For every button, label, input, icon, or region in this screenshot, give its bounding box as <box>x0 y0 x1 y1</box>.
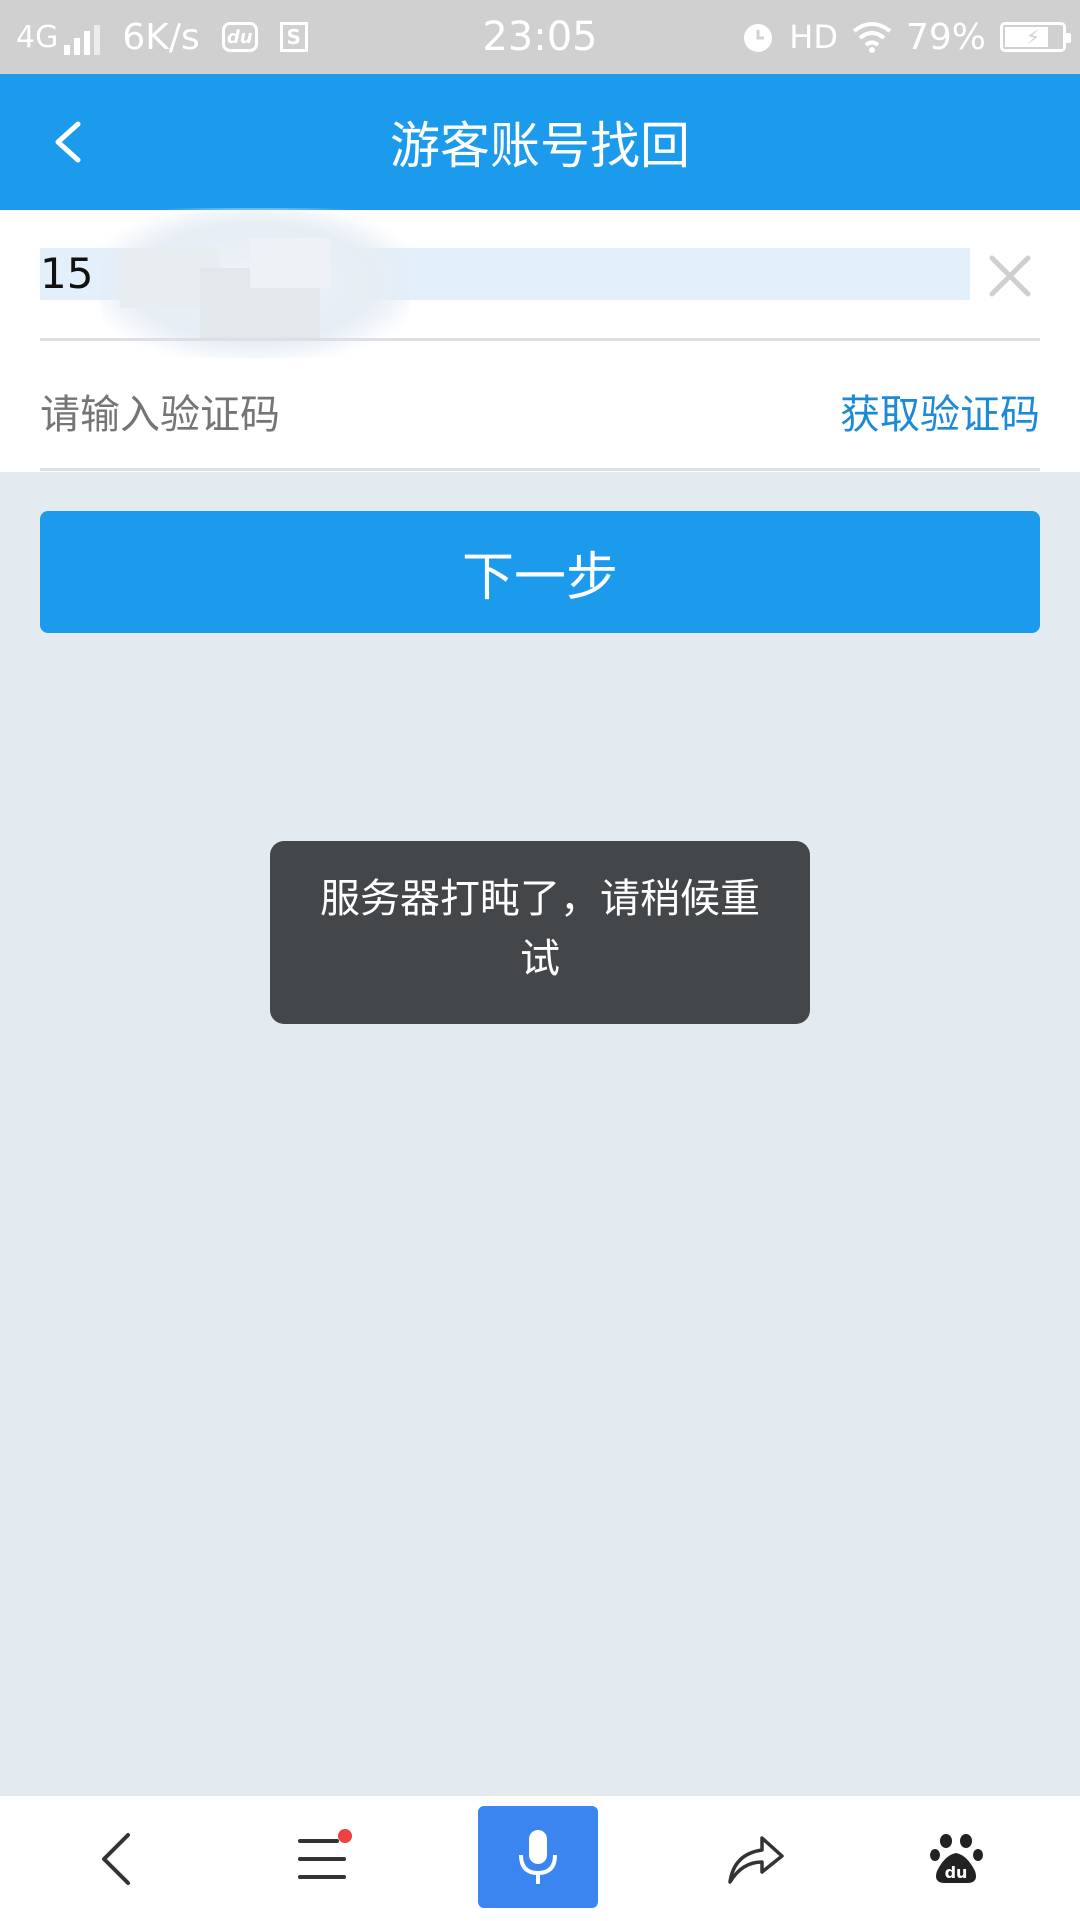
battery-icon: ⚡ <box>1000 22 1071 52</box>
toast-text: 服务器打盹了，请稍候重试 <box>320 876 760 982</box>
alarm-icon <box>744 24 773 52</box>
charging-bolt-icon: ⚡ <box>1025 25 1041 49</box>
notification-dot <box>338 1829 352 1843</box>
s-app-icon: S <box>279 22 308 52</box>
next-step-label: 下一步 <box>461 547 618 608</box>
toast-message: 服务器打盹了，请稍候重试 <box>270 841 810 1024</box>
recovery-form: 15 获取验证码 <box>0 208 1080 472</box>
app-header: 游客账号找回 <box>0 74 1080 210</box>
status-bar: 4G 6K/s du S 23:05 HD 79% ⚡ <box>0 0 1080 74</box>
nav-menu-button[interactable] <box>282 1796 362 1921</box>
battery-percent: 79% <box>905 16 986 58</box>
back-icon <box>102 1832 130 1885</box>
page-title: 游客账号找回 <box>390 117 690 175</box>
network-type: 4G <box>16 19 59 55</box>
signal-icon <box>64 24 101 55</box>
get-code-button[interactable]: 获取验证码 <box>840 370 1040 460</box>
baidu-app-icon-text: du <box>226 26 253 48</box>
s-app-icon-text: S <box>286 25 301 49</box>
status-right: HD 79% ⚡ <box>741 0 1071 74</box>
nav-share-button[interactable] <box>716 1796 796 1921</box>
nav-back-button[interactable] <box>76 1796 156 1921</box>
close-icon[interactable] <box>982 248 1038 304</box>
hd-indicator: HD <box>789 18 838 56</box>
voice-search-button[interactable] <box>478 1806 598 1908</box>
baidu-paw-icon: du <box>930 1833 983 1883</box>
menu-icon <box>298 1838 346 1879</box>
bottom-nav: du <box>0 1795 1080 1921</box>
share-icon <box>728 1835 784 1884</box>
wifi-icon <box>852 22 892 53</box>
baidu-app-icon: du <box>221 22 258 52</box>
phone-value-text: 15 <box>40 249 94 298</box>
field-divider <box>40 338 1040 341</box>
field-divider <box>40 468 1040 471</box>
microphone-icon <box>519 1830 557 1884</box>
signal-indicator: 4G <box>16 19 101 55</box>
baidu-paw-text: du <box>945 1863 968 1882</box>
verification-code-row: 获取验证码 <box>40 370 1040 460</box>
next-step-button[interactable]: 下一步 <box>40 511 1040 633</box>
redaction-blur <box>100 208 410 358</box>
network-speed: 6K/s <box>122 16 200 58</box>
nav-baidu-button[interactable]: du <box>912 1796 1002 1921</box>
chevron-left-icon[interactable] <box>40 112 100 172</box>
status-left: 4G 6K/s du S <box>16 0 308 74</box>
verification-code-input[interactable] <box>40 370 800 460</box>
phone-field[interactable]: 15 <box>40 208 1040 358</box>
